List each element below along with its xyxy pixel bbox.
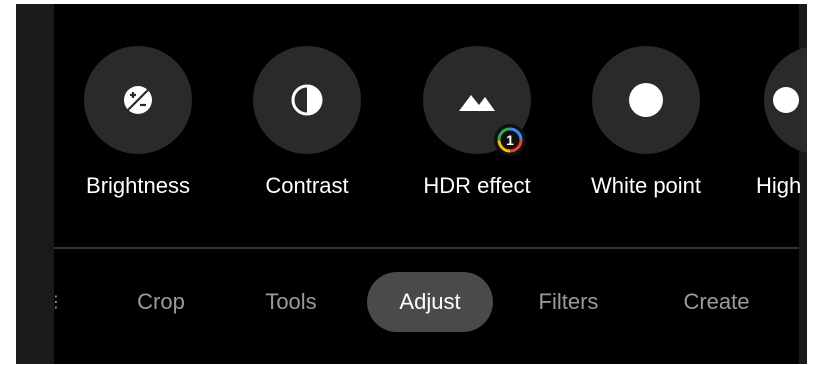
tool-white-point[interactable]: White point xyxy=(571,46,721,206)
tool-hdr-effect[interactable]: 1 HDR effect xyxy=(402,46,552,206)
google-one-icon: 1 xyxy=(497,127,523,153)
nav-tab-tools[interactable]: Tools xyxy=(241,272,341,332)
nav-tab-crop[interactable]: Crop xyxy=(111,272,211,332)
highlights-icon xyxy=(773,87,799,113)
nav-tab-create[interactable]: Create xyxy=(664,272,769,332)
tool-contrast[interactable]: Contrast xyxy=(232,46,382,206)
nav-tab-filters[interactable]: Filters xyxy=(516,272,621,332)
nav-tab-fragment: ⋮ xyxy=(48,294,64,311)
contrast-icon xyxy=(291,84,323,116)
mountain-icon xyxy=(459,95,495,111)
white-point-icon xyxy=(629,83,663,117)
premium-badge-number: 1 xyxy=(506,132,514,148)
tool-label: Contrast xyxy=(265,173,349,198)
tool-label: HDR effect xyxy=(423,173,531,198)
photo-editor-frame: Brightness Contrast 1 HDR effect White p… xyxy=(16,4,807,364)
brightness-icon xyxy=(124,86,152,114)
tool-label: White point xyxy=(590,173,702,198)
tool-label: Brightness xyxy=(86,173,190,198)
tool-label: High xyxy=(756,173,802,198)
tool-contrast-circle[interactable] xyxy=(253,46,361,154)
tool-white-point-circle[interactable] xyxy=(592,46,700,154)
tool-brightness[interactable]: Brightness xyxy=(63,46,213,206)
tool-highlights-circle[interactable] xyxy=(764,46,807,154)
tool-highlights[interactable]: High xyxy=(741,46,807,206)
nav-tab-adjust[interactable]: Adjust xyxy=(367,272,493,332)
premium-badge: 1 xyxy=(494,124,526,156)
divider xyxy=(54,247,799,249)
tool-brightness-circle[interactable] xyxy=(84,46,192,154)
